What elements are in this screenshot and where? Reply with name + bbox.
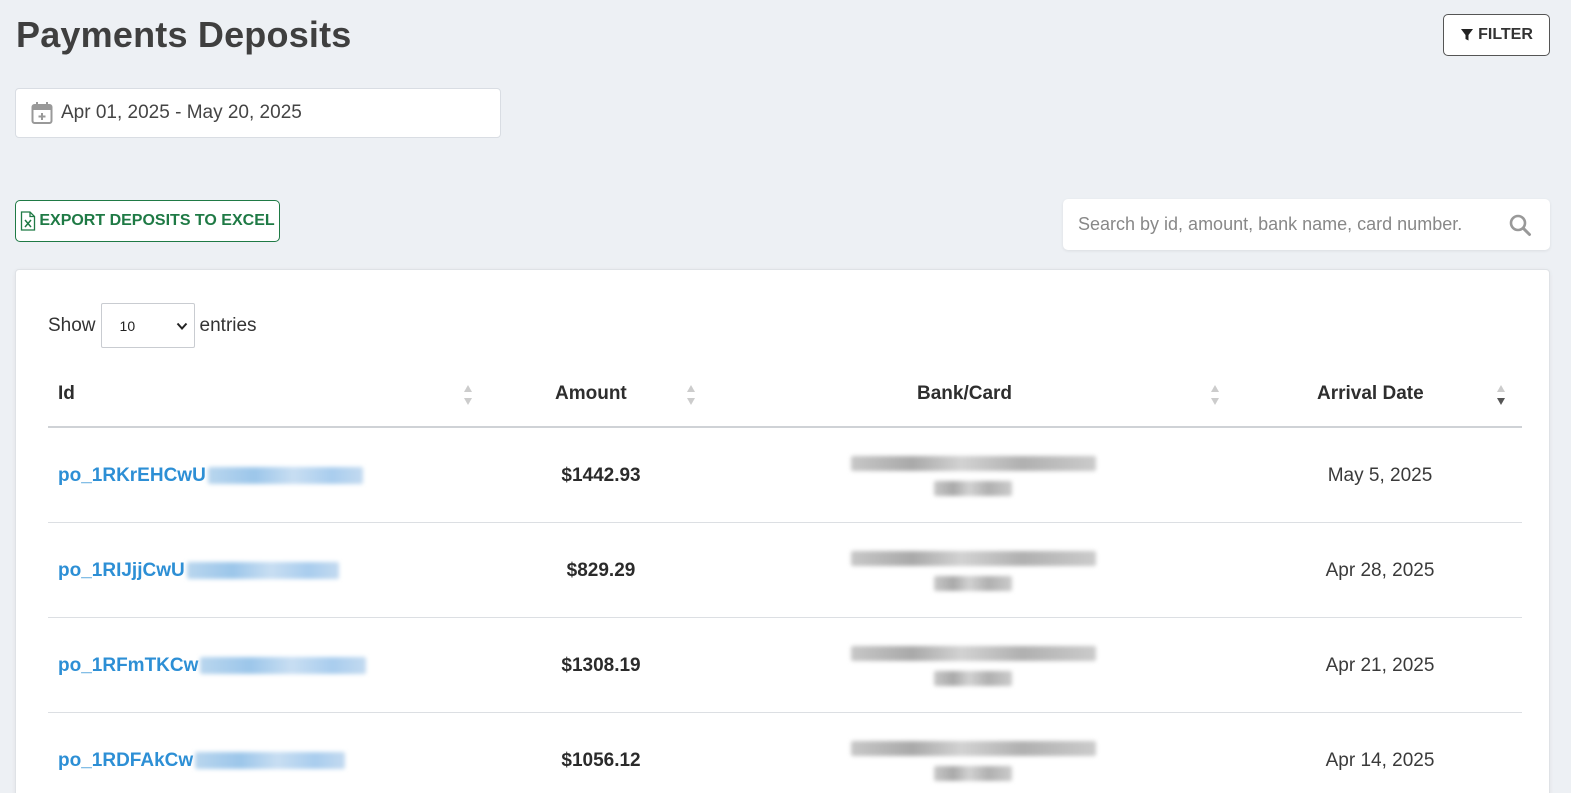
sort-icon[interactable] xyxy=(686,384,696,406)
deposit-id-link[interactable]: po_1RFmTKCw xyxy=(58,618,367,713)
table-row: po_1RFmTKCw $1308.19 Apr 21, 2025 xyxy=(48,618,1522,713)
deposit-id-link[interactable]: po_1RIJjjCwU xyxy=(58,523,339,618)
redacted-id xyxy=(186,562,339,579)
redacted-bank-card xyxy=(848,523,1098,618)
calendar-icon xyxy=(31,102,53,124)
show-label: Show xyxy=(48,314,96,336)
filter-icon xyxy=(1461,29,1474,41)
deposit-id-link[interactable]: po_1RDFAkCw xyxy=(58,713,346,793)
chevron-down-icon xyxy=(176,322,187,330)
table-row: po_1RDFAkCw $1056.12 Apr 14, 2025 xyxy=(48,713,1522,793)
deposits-table-card: Show 10 entries Id Amount Bank/Card Arri… xyxy=(15,269,1550,793)
deposit-id-link[interactable]: po_1RKrEHCwU xyxy=(58,428,363,523)
deposit-id-text: po_1RFmTKCw xyxy=(58,654,199,676)
redacted-bank-card xyxy=(848,618,1098,713)
date-range-picker[interactable]: Apr 01, 2025 - May 20, 2025 xyxy=(15,88,501,138)
table-row: po_1RIJjjCwU $829.29 Apr 28, 2025 xyxy=(48,523,1522,618)
page-size-control: Show 10 entries xyxy=(48,303,257,348)
redacted-id xyxy=(200,657,367,674)
search-input[interactable] xyxy=(1078,214,1498,235)
table-row: po_1RKrEHCwU $1442.93 May 5, 2025 xyxy=(48,428,1522,523)
filter-button[interactable]: FILTER xyxy=(1443,14,1550,56)
entries-label: entries xyxy=(199,314,257,336)
column-header-id[interactable]: Id xyxy=(58,360,75,428)
excel-file-icon xyxy=(21,211,36,231)
arrival-date: May 5, 2025 xyxy=(1327,464,1433,486)
redacted-bank-card xyxy=(848,713,1098,793)
date-range-value: Apr 01, 2025 - May 20, 2025 xyxy=(61,102,302,123)
column-header-bank-card[interactable]: Bank/Card xyxy=(917,360,1012,428)
arrival-date: Apr 14, 2025 xyxy=(1325,749,1435,771)
export-button-label: EXPORT DEPOSITS TO EXCEL xyxy=(39,212,275,229)
redacted-bank-card xyxy=(848,428,1098,523)
deposit-id-text: po_1RDFAkCw xyxy=(58,749,194,771)
column-header-arrival-date[interactable]: Arrival Date xyxy=(1317,360,1424,428)
redacted-id xyxy=(207,467,363,484)
sort-desc-icon[interactable] xyxy=(1496,384,1506,406)
page-title: Payments Deposits xyxy=(16,14,352,55)
search-box xyxy=(1063,199,1550,250)
redacted-id xyxy=(195,752,346,769)
deposit-amount: $1308.19 xyxy=(561,654,641,676)
page-size-value: 10 xyxy=(119,317,136,334)
deposit-amount: $1056.12 xyxy=(561,749,641,771)
deposit-id-text: po_1RKrEHCwU xyxy=(58,464,206,486)
page-size-select[interactable]: 10 xyxy=(100,303,195,348)
table-header: Id Amount Bank/Card Arrival Date xyxy=(48,360,1522,428)
search-icon[interactable] xyxy=(1508,213,1532,237)
column-header-amount[interactable]: Amount xyxy=(555,360,627,428)
export-excel-button[interactable]: EXPORT DEPOSITS TO EXCEL xyxy=(15,200,280,242)
deposits-table: Id Amount Bank/Card Arrival Date po_1RKr… xyxy=(48,360,1522,793)
arrival-date: Apr 28, 2025 xyxy=(1325,559,1435,581)
deposit-id-text: po_1RIJjjCwU xyxy=(58,559,185,581)
arrival-date: Apr 21, 2025 xyxy=(1325,654,1435,676)
filter-button-label: FILTER xyxy=(1478,26,1533,43)
deposit-amount: $829.29 xyxy=(566,559,636,581)
sort-icon[interactable] xyxy=(1210,384,1220,406)
sort-icon[interactable] xyxy=(463,384,473,406)
deposit-amount: $1442.93 xyxy=(561,464,641,486)
